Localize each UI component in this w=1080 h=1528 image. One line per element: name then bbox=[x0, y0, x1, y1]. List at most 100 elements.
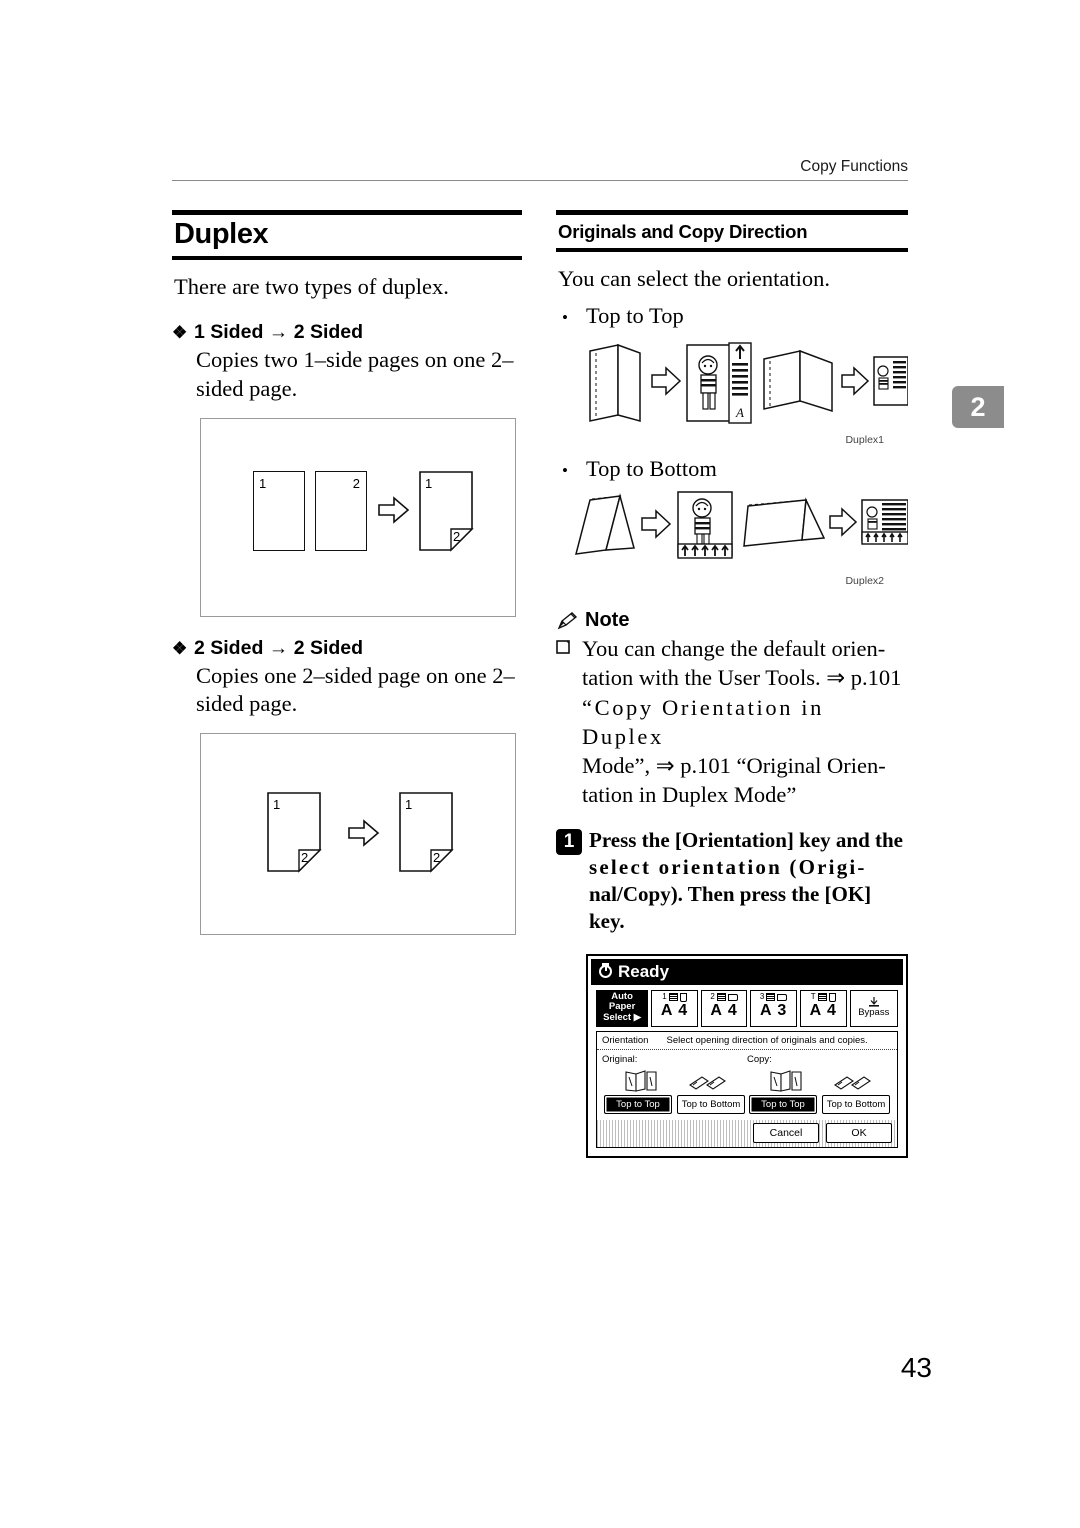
bypass-tray-button[interactable]: Bypass bbox=[849, 989, 898, 1027]
original-orientation-buttons: Top to Top Top to Bottom bbox=[602, 1093, 747, 1114]
page-number: 43 bbox=[900, 1352, 932, 1383]
step-number-badge: 1 bbox=[556, 828, 582, 855]
group-label-original: Original: bbox=[602, 1053, 638, 1065]
chapter-tab: 2 bbox=[952, 386, 1004, 428]
subsection-title: Originals and Copy Direction bbox=[558, 221, 808, 242]
lcd-status-text: Ready bbox=[618, 961, 670, 981]
duplex-intro-text: There are two types of duplex. bbox=[174, 273, 449, 299]
ok-button[interactable]: OK bbox=[826, 1122, 892, 1143]
figure-arrow-icon bbox=[378, 495, 410, 524]
step-line-3: nal/Copy). Then press the [OK] bbox=[589, 882, 872, 907]
note-item: You can change the default orien- tation… bbox=[556, 634, 908, 810]
step-line-4: key. bbox=[589, 909, 625, 934]
orientation-dialog-header: Orientation Select opening direction of … bbox=[597, 1032, 897, 1050]
bullet-label: Top to Top bbox=[586, 303, 684, 329]
tray-paper-size: A 4 bbox=[710, 1001, 738, 1019]
bypass-label: Bypass bbox=[858, 1006, 890, 1018]
subsection-title: 1 Sided → 2 Sided bbox=[194, 321, 364, 344]
figure-top-to-bottom bbox=[574, 491, 909, 559]
note-line-4: Mode”, ⇒ p.101 “Original Orien- bbox=[582, 753, 886, 779]
original-top-to-top-button[interactable]: Top to Top bbox=[604, 1094, 672, 1114]
section-heading-duplex: Duplex bbox=[172, 210, 522, 260]
top-to-bottom-book-icon bbox=[833, 1075, 871, 1090]
note-line-5: tation in Duplex Mode” bbox=[582, 782, 797, 808]
figure-top-to-top: A bbox=[589, 342, 909, 424]
paper-tray-t-button[interactable]: T A 4 bbox=[799, 989, 847, 1027]
step-text: Press the [Orientation] key and the sele… bbox=[589, 827, 908, 936]
paper-portrait-icon bbox=[679, 992, 687, 1002]
result-front-label: 1 bbox=[405, 797, 413, 813]
heading-rule-bottom bbox=[556, 248, 908, 252]
auto-paper-line2: Select ▶ bbox=[603, 1011, 642, 1023]
subsection-heading-2sided-2sided: ❖ 2 Sided → 2 Sided bbox=[172, 637, 522, 660]
paper-tray-2-button[interactable]: 2 A 4 bbox=[700, 989, 748, 1027]
header-rule bbox=[172, 180, 908, 181]
running-head: Copy Functions bbox=[800, 158, 908, 175]
copy-orientation-icons bbox=[747, 1067, 892, 1093]
figure-sheet-page2: 2 bbox=[315, 470, 367, 551]
note-line-1: You can change the default orien- bbox=[582, 636, 886, 662]
note-line-2: tation with the User Tools. ⇒ p.101 bbox=[582, 665, 902, 691]
note-heading: Note bbox=[556, 609, 908, 632]
diamond-bullet-icon: ❖ bbox=[172, 638, 188, 658]
dialog-footer: Cancel OK bbox=[597, 1120, 897, 1147]
subsection-body-2sided-2sided: Copies one 2–sided page on one 2–sided p… bbox=[196, 662, 515, 717]
bypass-feed-icon bbox=[868, 996, 879, 1007]
top-to-bottom-book-icon bbox=[688, 1075, 726, 1090]
cancel-button[interactable]: Cancel bbox=[753, 1122, 819, 1143]
paper-landscape-icon bbox=[727, 993, 738, 1001]
result-back-label: 2 bbox=[433, 850, 441, 866]
paper-tray-3-button[interactable]: 3 A 3 bbox=[750, 989, 797, 1027]
orientation-dialog-instruction: Select opening direction of originals an… bbox=[666, 1034, 868, 1046]
svg-text:A: A bbox=[735, 405, 744, 420]
top-to-top-book-icon bbox=[770, 1069, 802, 1092]
source-back-label: 2 bbox=[301, 850, 309, 866]
step-line-2: select orientation (Origi- bbox=[589, 854, 867, 879]
orientation-dialog-title: Orientation bbox=[602, 1034, 649, 1046]
left-column: Duplex There are two types of duplex. ❖ … bbox=[172, 210, 522, 936]
step-line-1: Press the [Orientation] key and the bbox=[589, 827, 904, 852]
group-label-copy: Copy: bbox=[747, 1053, 772, 1065]
orientation-groups: Original: Top to Top Top to Bottom Copy:… bbox=[597, 1050, 897, 1116]
paper-stack-icon bbox=[716, 993, 726, 1002]
figure-arrow-icon bbox=[348, 819, 380, 847]
orientation-group-copy: Copy: Top to Top Top to Bottom bbox=[747, 1054, 892, 1114]
figure-2sided-to-2sided: 1 2 1 2 bbox=[200, 733, 516, 936]
note-box-icon bbox=[556, 634, 582, 659]
paper-portrait-icon bbox=[828, 992, 836, 1002]
figure-caption-duplex1: Duplex1 bbox=[845, 434, 884, 447]
tray-number: 3 bbox=[759, 992, 765, 1002]
subsection-body-1sided-2sided: Copies two 1–side pages on one 2–sided p… bbox=[196, 347, 514, 401]
result-back-label: 2 bbox=[453, 528, 461, 544]
heading-rule-bottom bbox=[172, 256, 522, 260]
bullet-top-to-top: • Top to Top bbox=[562, 303, 908, 329]
orientation-dialog: Orientation Select opening direction of … bbox=[596, 1030, 898, 1148]
copy-top-to-top-button[interactable]: Top to Top bbox=[749, 1094, 817, 1114]
paper-tray-row: Auto Paper Select ▶ 1 A 4 2 A 4 3 A 3 T … bbox=[591, 985, 903, 1031]
figure-1sided-to-2sided: 1 2 1 2 bbox=[200, 417, 516, 617]
orientation-intro-text: You can select the orientation. bbox=[558, 265, 831, 291]
diamond-bullet-icon: ❖ bbox=[172, 323, 188, 343]
page-title: Duplex bbox=[174, 218, 269, 250]
sheet-label: 1 bbox=[259, 475, 267, 491]
note-text: You can change the default orien- tation… bbox=[582, 634, 908, 810]
paper-tray-1-button[interactable]: 1 A 4 bbox=[651, 989, 698, 1027]
paper-landscape-icon bbox=[777, 993, 788, 1001]
right-column: Originals and Copy Direction You can sel… bbox=[556, 210, 909, 1158]
bullet-top-to-bottom: • Top to Bottom bbox=[562, 456, 908, 482]
original-orientation-icons bbox=[602, 1067, 747, 1093]
copy-top-to-bottom-button[interactable]: Top to Bottom bbox=[822, 1094, 890, 1114]
operation-panel-screenshot: Ready Auto Paper Select ▶ 1 A 4 2 A 4 3 … bbox=[586, 953, 908, 1158]
lcd-status-bar: Ready bbox=[591, 958, 903, 985]
paper-stack-icon bbox=[668, 993, 678, 1002]
paper-stack-icon bbox=[766, 993, 776, 1002]
auto-paper-select-button[interactable]: Auto Paper Select ▶ bbox=[596, 989, 649, 1027]
note-title: Note bbox=[585, 609, 630, 632]
copy-orientation-buttons: Top to Top Top to Bottom bbox=[747, 1093, 892, 1114]
original-top-to-bottom-button[interactable]: Top to Bottom bbox=[677, 1094, 745, 1114]
tray-paper-size: A 4 bbox=[809, 1001, 837, 1019]
document-page: Copy Functions 2 Duplex There are two ty… bbox=[0, 0, 1080, 1528]
tray-paper-size: A 4 bbox=[660, 1001, 689, 1019]
figure-sheet-page1: 1 bbox=[253, 470, 305, 551]
source-front-label: 1 bbox=[273, 797, 281, 813]
